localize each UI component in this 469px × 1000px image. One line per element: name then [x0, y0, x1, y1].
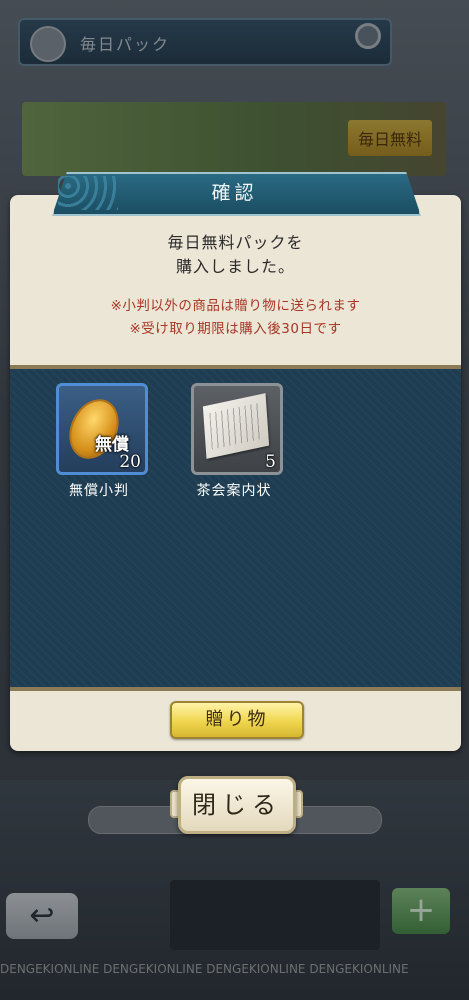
- note-line-1: ※小判以外の商品は贈り物に送られます: [110, 298, 361, 314]
- item-slot-koban[interactable]: 無償 20: [56, 383, 148, 475]
- koban-coin-icon: [60, 391, 128, 467]
- letter-text-lines: [209, 402, 263, 450]
- note-line-2: ※受け取り期限は購入後30日です: [129, 321, 342, 337]
- purchase-notes: ※小判以外の商品は贈り物に送られます ※受け取り期限は購入後30日です: [10, 295, 461, 341]
- close-button[interactable]: 閉じる: [178, 776, 296, 834]
- gift-box-button[interactable]: 贈り物: [170, 701, 304, 739]
- message-line-1: 毎日無料パックを: [167, 233, 304, 252]
- item-name-koban: 無償小判: [69, 483, 129, 499]
- invitation-letter-icon: [202, 393, 270, 459]
- item-name-invitation: 茶会案内状: [196, 483, 272, 499]
- item-quantity: 20: [119, 452, 141, 472]
- item-quantity: 5: [265, 452, 276, 472]
- message-line-2: 購入しました。: [175, 257, 295, 276]
- dialog-title: 確認: [211, 182, 258, 204]
- item-slot-invitation[interactable]: 5: [191, 383, 283, 475]
- purchase-message: 毎日無料パックを 購入しました。: [10, 231, 461, 279]
